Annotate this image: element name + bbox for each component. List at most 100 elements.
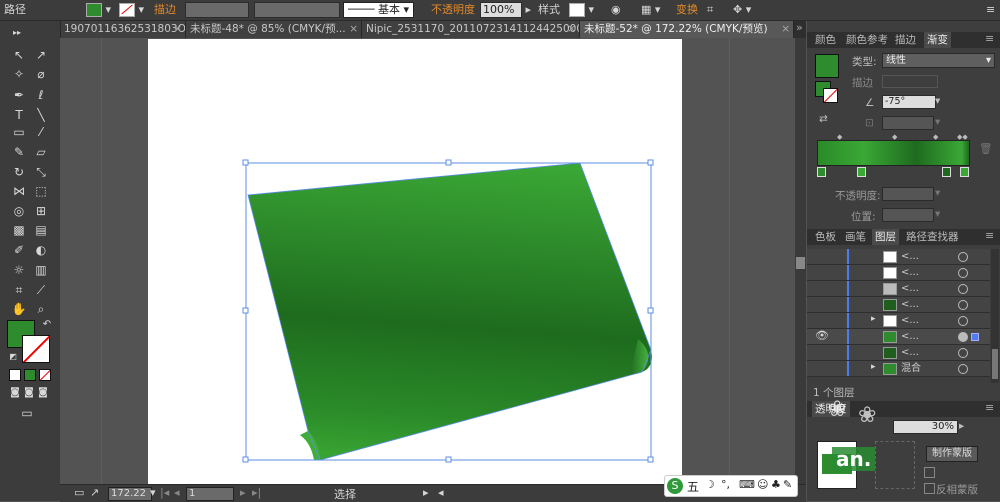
reverse-gradient-icon[interactable]: ⇄ bbox=[819, 113, 828, 125]
status-menu-icon[interactable]: ▸ bbox=[423, 486, 429, 499]
layer-row[interactable]: <... bbox=[807, 297, 990, 313]
gradient-stop[interactable] bbox=[817, 167, 826, 177]
none-mode-icon[interactable] bbox=[39, 369, 51, 381]
rectangle-tool-icon[interactable]: ▭ bbox=[10, 124, 28, 140]
tab-doc-active[interactable]: 未标题-52* @ 172.22% (CMYK/预览) × bbox=[580, 21, 794, 38]
tab-brushes[interactable]: 画笔 bbox=[842, 229, 869, 245]
tab-gradient[interactable]: 渐变 bbox=[924, 32, 951, 48]
pen-tool-icon[interactable]: ✒ bbox=[10, 87, 28, 103]
selection-indicator[interactable] bbox=[971, 333, 979, 341]
artboard-tool-icon[interactable]: ⌗ bbox=[10, 282, 28, 298]
tab-doc-2[interactable]: 未标题-48* @ 85% (CMYK/预... × bbox=[186, 21, 362, 38]
tab-doc-1[interactable]: 19070116362531803O.ai*× bbox=[60, 21, 186, 38]
tab-layers[interactable]: 图层 bbox=[872, 229, 899, 245]
tabs-overflow-icon[interactable]: » bbox=[796, 21, 803, 34]
rotate-tool-icon[interactable]: ↻ bbox=[10, 164, 28, 180]
ime-tools-icon[interactable]: ✎ bbox=[783, 478, 792, 491]
ime-punct-icon[interactable]: °, bbox=[721, 478, 730, 491]
scale-tool-icon[interactable]: ⤡ bbox=[32, 164, 50, 180]
aspect-ratio-field[interactable] bbox=[882, 116, 934, 130]
angle-field[interactable]: -75° bbox=[882, 95, 936, 109]
gradient-preview-swatch[interactable] bbox=[815, 54, 839, 78]
angle-dropdown-icon[interactable]: ▾ bbox=[935, 95, 940, 107]
layer-row[interactable]: ▸ <... bbox=[807, 313, 990, 329]
pencil-tool-icon[interactable]: ✎ bbox=[10, 144, 28, 160]
gradient-stroke-swatch[interactable] bbox=[823, 88, 838, 103]
stroke-gradient-buttons[interactable] bbox=[882, 75, 938, 88]
gradient-stop[interactable] bbox=[942, 167, 951, 177]
mask-thumbnail[interactable] bbox=[875, 441, 915, 489]
delete-stop-icon[interactable]: 🗑 bbox=[979, 142, 992, 155]
fill-swatch[interactable]: ▾ bbox=[86, 2, 111, 18]
layer-row[interactable]: ▸ 混合 bbox=[807, 361, 990, 377]
layer-target-icon[interactable] bbox=[958, 348, 968, 358]
swap-colors-icon[interactable]: ↶ bbox=[38, 317, 56, 333]
magic-wand-tool-icon[interactable]: ✧ bbox=[10, 66, 28, 82]
align-icon[interactable]: ▦ ▾ bbox=[641, 2, 660, 18]
tab-doc-3[interactable]: Nipic_2531170_20110723141124425000.ai* × bbox=[362, 21, 580, 38]
ime-moon-icon[interactable]: ☽ bbox=[705, 478, 715, 491]
gradient-opacity-field[interactable] bbox=[882, 187, 934, 201]
expand-arrow-icon[interactable]: ▸ bbox=[871, 362, 876, 372]
hand-tool-icon[interactable]: ✋ bbox=[10, 301, 28, 317]
layers-scrollbar[interactable] bbox=[991, 249, 999, 383]
tab-stroke[interactable]: 描边 bbox=[892, 32, 919, 48]
opacity-field[interactable]: 100% ▸ bbox=[480, 2, 531, 18]
zoom-tool-icon[interactable]: ⌕ bbox=[32, 301, 50, 317]
ime-toolbar[interactable]: S 五 ☽ °, ⌨ ☺ ♣ ✎ bbox=[664, 475, 798, 497]
expand-arrow-icon[interactable]: ▸ bbox=[871, 314, 876, 324]
gradient-ramp[interactable] bbox=[817, 140, 970, 166]
gradient-panel-menu-icon[interactable]: ≡ bbox=[985, 32, 994, 45]
layer-row[interactable]: <... bbox=[807, 281, 990, 297]
stroke-style-dropdown[interactable]: ──── 基本 ▾ bbox=[343, 2, 415, 18]
gradient-mode-icon[interactable] bbox=[24, 369, 36, 381]
visibility-eye-icon[interactable]: 👁 bbox=[815, 329, 829, 342]
default-colors-icon[interactable]: ◩ bbox=[4, 349, 22, 365]
direct-selection-tool-icon[interactable]: ↗ bbox=[32, 47, 50, 63]
recolor-icon[interactable]: ◉ bbox=[611, 2, 621, 18]
gradient-tool-icon[interactable]: ▤ bbox=[32, 222, 50, 238]
style-swatch[interactable]: ▾ bbox=[569, 2, 594, 18]
rotate-view-icon[interactable]: ▭ bbox=[74, 486, 84, 499]
stroke-link[interactable]: 描边 bbox=[154, 2, 176, 18]
layer-row[interactable]: <... bbox=[807, 345, 990, 361]
zoom-field[interactable]: 172.22 bbox=[108, 487, 152, 501]
screen-mode-icon[interactable]: ▭ bbox=[18, 405, 36, 421]
invert-mask-checkbox[interactable] bbox=[924, 483, 935, 494]
tab-transparency[interactable]: 透明度 bbox=[812, 401, 850, 417]
gradient-opacity-dropdown-icon[interactable]: ▾ bbox=[935, 187, 940, 199]
clip-checkbox[interactable] bbox=[924, 467, 935, 478]
object-thumbnail[interactable] bbox=[817, 441, 857, 489]
shape-builder-tool-icon[interactable]: ◎ bbox=[10, 203, 28, 219]
line-tool-icon[interactable]: ╲ bbox=[32, 107, 50, 123]
column-graph-tool-icon[interactable]: ▥ bbox=[32, 262, 50, 278]
tab-pathfinder[interactable]: 路径查找器 bbox=[903, 229, 962, 245]
curvature-tool-icon[interactable]: ℓ bbox=[32, 87, 50, 103]
export-icon[interactable]: ↗ bbox=[90, 486, 99, 499]
perspective-grid-tool-icon[interactable]: ⊞ bbox=[32, 203, 50, 219]
selection-tool-icon[interactable]: ↖ bbox=[10, 47, 28, 63]
aspect-dropdown-icon[interactable]: ▾ bbox=[935, 116, 940, 128]
artboard[interactable] bbox=[148, 39, 682, 485]
stroke-swatch[interactable]: ▾ bbox=[119, 2, 144, 18]
color-mode-icon[interactable] bbox=[9, 369, 21, 381]
tab-color[interactable]: 颜色 bbox=[812, 32, 839, 48]
scroll-left-icon[interactable]: ◂ bbox=[438, 486, 444, 499]
gradient-position-field[interactable] bbox=[882, 208, 934, 222]
transform-link[interactable]: 变换 bbox=[676, 2, 698, 18]
variable-width-dropdown[interactable] bbox=[254, 2, 340, 18]
slice-tool-icon[interactable]: ⟋ bbox=[32, 282, 50, 298]
transparency-opacity-field[interactable]: 30% bbox=[893, 420, 958, 434]
layer-target-icon[interactable] bbox=[958, 284, 968, 294]
free-transform-tool-icon[interactable]: ⬚ bbox=[32, 183, 50, 199]
eyedropper-tool-icon[interactable]: ✐ bbox=[10, 242, 28, 258]
layer-target-icon[interactable] bbox=[958, 332, 968, 342]
arrange-icon[interactable]: ✥ ▾ bbox=[733, 2, 751, 18]
layer-row[interactable]: <... bbox=[807, 265, 990, 281]
eraser-tool-icon[interactable]: ▱ bbox=[32, 144, 50, 160]
layer-target-icon[interactable] bbox=[958, 316, 968, 326]
layer-row[interactable]: <... bbox=[807, 249, 990, 265]
first-page-icon[interactable]: |◂ bbox=[160, 486, 169, 499]
gradient-stop[interactable] bbox=[960, 167, 969, 177]
stroke-weight-field[interactable] bbox=[185, 2, 249, 18]
